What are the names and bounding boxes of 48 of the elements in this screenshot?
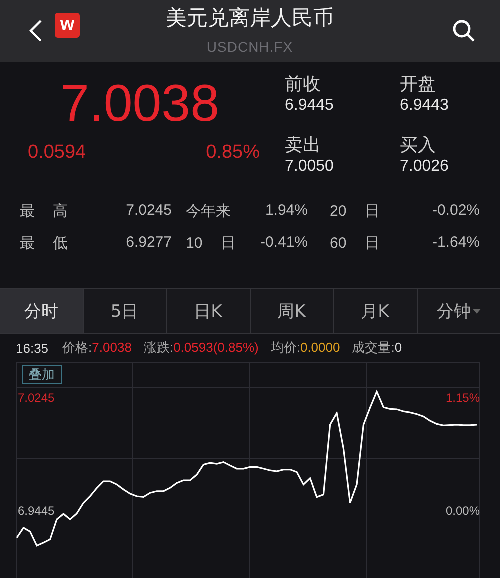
info-label: 涨跌: — [144, 340, 174, 355]
chart-tab[interactable]: 分钟 — [418, 289, 500, 333]
field-label: 前收 — [285, 74, 322, 96]
stat-value: 1.94% — [264, 202, 308, 221]
overlay-button[interactable]: 叠加 — [22, 365, 62, 384]
field-value: 6.9445 — [285, 96, 335, 116]
current-price: 7.0038 — [59, 74, 221, 134]
axis-label: 6.9445 — [18, 504, 55, 518]
price-change: 0.0594 — [28, 142, 86, 164]
search-icon[interactable] — [452, 19, 476, 43]
chart-tab[interactable]: 分时 — [0, 289, 84, 333]
stat-label: 60 日 — [329, 234, 380, 253]
field-value: 6.9443 — [400, 96, 450, 116]
axis-label: 7.0245 — [18, 390, 55, 405]
field-label: 买入 — [400, 135, 437, 157]
info-label: 价格: — [62, 340, 92, 355]
axis-label: 1.15% — [446, 390, 480, 405]
chart-tab[interactable]: 日K — [167, 289, 250, 333]
stat-value: 7.0245 — [125, 202, 172, 221]
stat-label: 20 日 — [329, 202, 380, 221]
symbol-code: USDCNH.FX — [206, 39, 294, 55]
field-label: 卖出 — [285, 135, 322, 157]
field-value: 7.0026 — [400, 157, 450, 177]
field-value: 7.0050 — [285, 157, 335, 177]
stat-value: -0.02% — [431, 202, 480, 221]
stat-value: -0.41% — [259, 234, 308, 253]
stat-label: 今年来 — [185, 202, 232, 221]
chart-tab[interactable]: 周K — [250, 289, 334, 333]
axis-label: 0.00% — [446, 504, 480, 518]
info-label: 成交量: — [352, 340, 395, 355]
field-label: 开盘 — [400, 74, 437, 96]
stat-label: 10 日 — [185, 234, 237, 253]
info-value: 0.0593(0.85%) — [174, 340, 259, 355]
info-value: 0 — [394, 340, 402, 355]
stat-label: 最 高 — [20, 202, 70, 221]
back-icon[interactable] — [29, 19, 43, 43]
info-value: 7.0038 — [92, 340, 132, 355]
time-label: 16:35 — [16, 340, 49, 356]
stat-value: 6.9277 — [125, 234, 172, 253]
info-value: 0.0000 — [300, 340, 340, 355]
page-title: 美元兑离岸人民币 — [166, 5, 334, 32]
chart-tab[interactable]: 月K — [334, 289, 418, 333]
info-label: 均价: — [270, 340, 300, 355]
app-logo: w — [55, 12, 80, 38]
chart-tab[interactable]: 5日 — [84, 289, 167, 333]
percent-change: 0.85% — [206, 142, 260, 164]
stat-value: -1.64% — [431, 234, 480, 253]
stat-label: 最 低 — [20, 234, 70, 253]
